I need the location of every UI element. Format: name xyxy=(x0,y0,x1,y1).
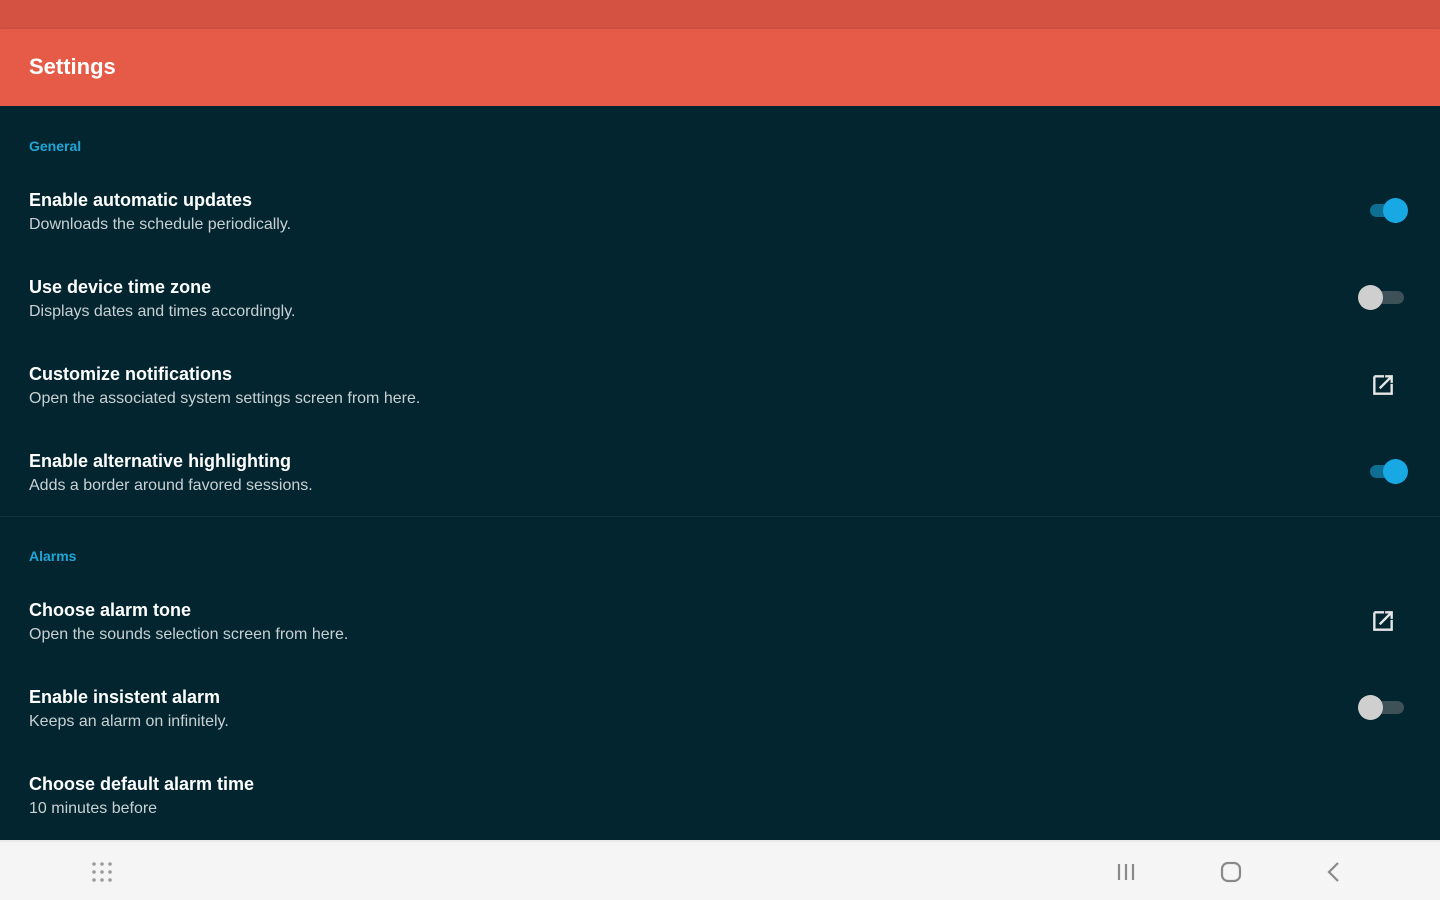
automatic-updates-switch[interactable] xyxy=(1368,198,1408,223)
section-header-alarms: Alarms xyxy=(29,548,77,564)
pref-title: Customize notifications xyxy=(29,364,233,384)
status-bar xyxy=(0,0,1440,29)
pref-summary: Open the associated system settings scre… xyxy=(29,390,421,407)
pref-summary: Open the sounds selection screen from he… xyxy=(29,626,349,643)
switch-thumb xyxy=(1358,695,1383,720)
switch-thumb xyxy=(1383,198,1408,223)
pref-title: Choose default alarm time xyxy=(29,774,255,794)
system-nav-bar xyxy=(0,840,1440,900)
external-link-icon xyxy=(1373,375,1393,395)
pref-use-device-time-zone[interactable]: Use device time zone Displays dates and … xyxy=(0,277,1440,364)
settings-list: General Enable automatic updates Downloa… xyxy=(0,106,1440,840)
app-bar: Settings xyxy=(0,29,1440,106)
recent-apps-icon[interactable] xyxy=(1114,860,1138,884)
pref-title: Enable insistent alarm xyxy=(29,687,221,707)
pref-customize-notifications[interactable]: Customize notifications Open the associa… xyxy=(0,364,1440,451)
apps-grid-icon[interactable] xyxy=(90,860,114,884)
switch-thumb xyxy=(1358,285,1383,310)
pref-choose-alarm-tone[interactable]: Choose alarm tone Open the sounds select… xyxy=(0,600,1440,687)
section-divider xyxy=(0,516,1440,517)
pref-summary: Keeps an alarm on infinitely. xyxy=(29,713,229,730)
pref-title: Enable automatic updates xyxy=(29,190,253,210)
pref-enable-alternative-highlighting[interactable]: Enable alternative highlighting Adds a b… xyxy=(0,451,1440,538)
back-icon[interactable] xyxy=(1322,860,1346,884)
pref-summary: Adds a border around favored sessions. xyxy=(29,477,313,494)
pref-title: Use device time zone xyxy=(29,277,212,297)
external-link-icon xyxy=(1373,611,1393,631)
pref-title: Choose alarm tone xyxy=(29,600,192,620)
home-icon[interactable] xyxy=(1219,860,1243,884)
pref-enable-insistent-alarm[interactable]: Enable insistent alarm Keeps an alarm on… xyxy=(0,687,1440,774)
pref-enable-automatic-updates[interactable]: Enable automatic updates Downloads the s… xyxy=(0,190,1440,277)
page-title: Settings xyxy=(29,54,116,79)
section-header-general: General xyxy=(29,138,82,154)
pref-summary: Displays dates and times accordingly. xyxy=(29,303,296,320)
pref-summary: Downloads the schedule periodically. xyxy=(29,216,292,233)
alternative-highlighting-switch[interactable] xyxy=(1368,459,1408,484)
pref-title: Enable alternative highlighting xyxy=(29,451,292,471)
device-time-zone-switch[interactable] xyxy=(1358,285,1408,310)
pref-summary: 10 minutes before xyxy=(29,800,158,817)
insistent-alarm-switch[interactable] xyxy=(1358,695,1408,720)
switch-thumb xyxy=(1383,459,1408,484)
